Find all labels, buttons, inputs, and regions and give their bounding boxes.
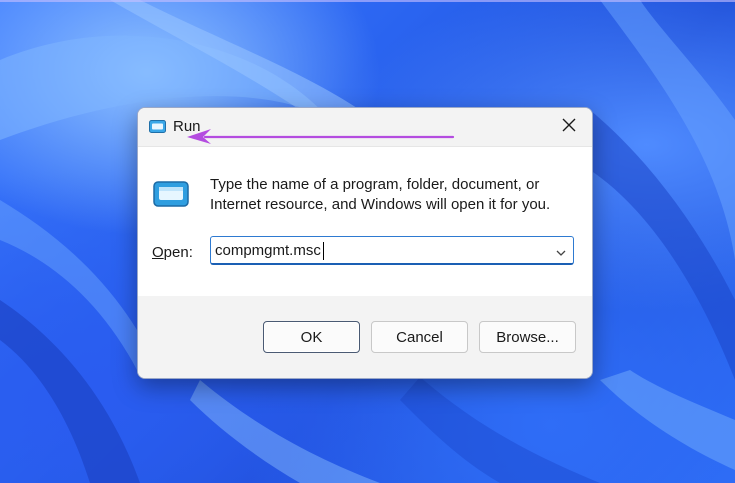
open-combobox[interactable]: compmgmt.msc: [210, 236, 574, 265]
browse-button[interactable]: Browse...: [479, 321, 576, 353]
open-input-value[interactable]: compmgmt.msc: [215, 242, 321, 259]
open-label-accelerator: O: [152, 244, 164, 261]
close-button[interactable]: [546, 108, 592, 146]
open-label: Open:: [152, 244, 193, 261]
dialog-description: Type the name of a program, folder, docu…: [210, 176, 551, 213]
close-icon: [562, 118, 576, 137]
run-app-icon: [149, 120, 166, 138]
chevron-down-icon[interactable]: [555, 245, 567, 263]
dialog-content: Type the name of a program, folder, docu…: [138, 147, 592, 296]
open-label-text: pen:: [163, 244, 193, 261]
cancel-button[interactable]: Cancel: [371, 321, 468, 353]
dialog-footer: OK Cancel Browse...: [138, 296, 592, 378]
annotation-arrow-icon: [183, 128, 458, 149]
ok-button[interactable]: OK: [263, 321, 360, 353]
text-caret: [323, 242, 324, 260]
run-app-icon: [153, 181, 189, 212]
